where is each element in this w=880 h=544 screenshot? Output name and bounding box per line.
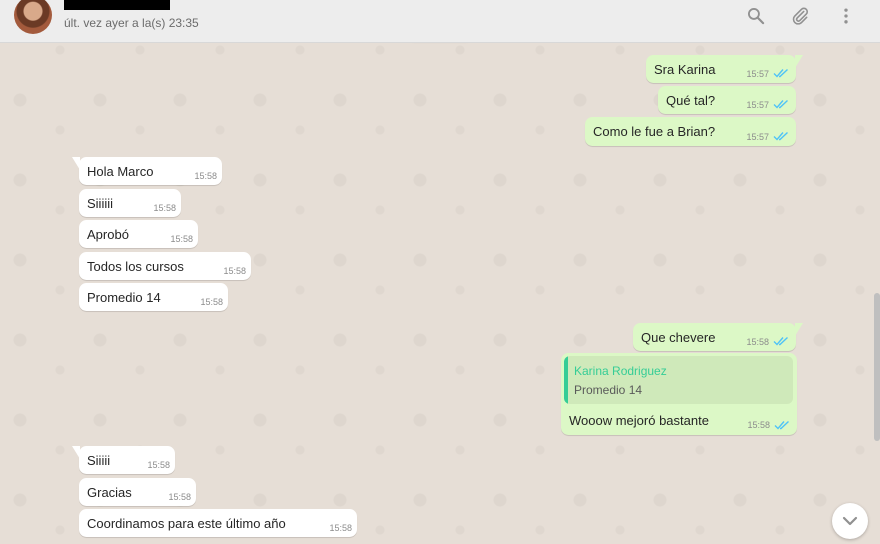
- message-time: 15:58: [194, 171, 217, 181]
- message-bubble[interactable]: Como le fue a Brian? 15:57: [585, 117, 796, 146]
- message-text: Aprobó: [87, 227, 129, 242]
- contact-name[interactable]: Karina Rodriguez: [64, 0, 170, 10]
- message-time: 15:58: [200, 297, 223, 307]
- chevron-down-icon: [842, 516, 858, 526]
- message-text: Gracias: [87, 485, 132, 500]
- message-time: 15:57: [746, 69, 769, 79]
- attach-icon[interactable]: [790, 6, 810, 26]
- message-time: 15:58: [147, 460, 170, 470]
- message-text: Qué tal?: [666, 93, 716, 108]
- quote-accent-bar: [564, 356, 568, 404]
- message-text: Como le fue a Brian?: [593, 124, 716, 139]
- message-text: Todos los cursos: [87, 259, 184, 274]
- message-bubble[interactable]: Promedio 14 15:58: [79, 283, 228, 311]
- message-bubble[interactable]: Que chevere 15:58: [633, 323, 803, 351]
- message-text: Que chevere: [641, 330, 716, 345]
- read-receipt-icon: [773, 131, 788, 141]
- message-bubble[interactable]: Hola Marco 15:58: [72, 157, 222, 185]
- message-time: 15:58: [223, 266, 246, 276]
- quoted-author: Karina Rodriguez: [574, 364, 667, 378]
- message-time: 15:58: [746, 337, 769, 347]
- message-time: 15:57: [746, 132, 769, 142]
- message-bubble[interactable]: Coordinamos para este último año 15:58: [79, 509, 357, 537]
- search-icon[interactable]: [746, 6, 766, 26]
- message-text: Promedio 14: [87, 290, 161, 305]
- scroll-to-bottom-button[interactable]: [832, 503, 868, 539]
- bubble-tail: [795, 323, 803, 336]
- contact-avatar[interactable]: [14, 0, 52, 34]
- quoted-message[interactable]: Karina Rodriguez Promedio 14: [564, 356, 793, 404]
- message-bubble[interactable]: Sra Karina 15:57: [646, 55, 803, 83]
- message-text: Wooow mejoró bastante: [569, 413, 709, 428]
- last-seen-status: últ. vez ayer a la(s) 23:35: [64, 16, 199, 30]
- message-time: 15:58: [170, 234, 193, 244]
- read-receipt-icon: [773, 336, 788, 346]
- scrollbar-thumb[interactable]: [874, 293, 880, 441]
- message-text: Sra Karina: [654, 62, 716, 77]
- chat-header: Karina Rodriguez últ. vez ayer a la(s) 2…: [0, 0, 880, 43]
- chat-scrollbar[interactable]: [874, 44, 880, 544]
- read-receipt-icon: [773, 99, 788, 109]
- message-bubble[interactable]: Todos los cursos 15:58: [79, 252, 251, 280]
- message-text: Siiiiii: [87, 196, 113, 211]
- message-bubble[interactable]: Gracias 15:58: [79, 478, 196, 506]
- message-text: Siiiii: [87, 453, 111, 468]
- message-bubble[interactable]: Siiiii 15:58: [72, 446, 175, 474]
- read-receipt-icon: [773, 68, 788, 78]
- message-time: 15:58: [747, 420, 770, 430]
- message-text: Hola Marco: [87, 164, 154, 179]
- bubble-tail: [795, 55, 803, 68]
- message-time: 15:58: [168, 492, 191, 502]
- message-bubble[interactable]: Aprobó 15:58: [79, 220, 198, 248]
- bubble-tail: [72, 446, 80, 459]
- message-time: 15:57: [746, 100, 769, 110]
- message-time: 15:58: [153, 203, 176, 213]
- message-bubble[interactable]: Siiiiii 15:58: [79, 189, 181, 217]
- message-text: Coordinamos para este último año: [87, 516, 286, 531]
- message-time: 15:58: [329, 523, 352, 533]
- read-receipt-icon: [774, 420, 789, 430]
- quoted-text: Promedio 14: [574, 383, 643, 397]
- reply-message-bubble[interactable]: Karina Rodriguez Promedio 14 Wooow mejor…: [561, 353, 797, 435]
- menu-icon[interactable]: [836, 6, 856, 26]
- bubble-tail: [72, 157, 80, 170]
- message-bubble[interactable]: Qué tal? 15:57: [658, 86, 796, 114]
